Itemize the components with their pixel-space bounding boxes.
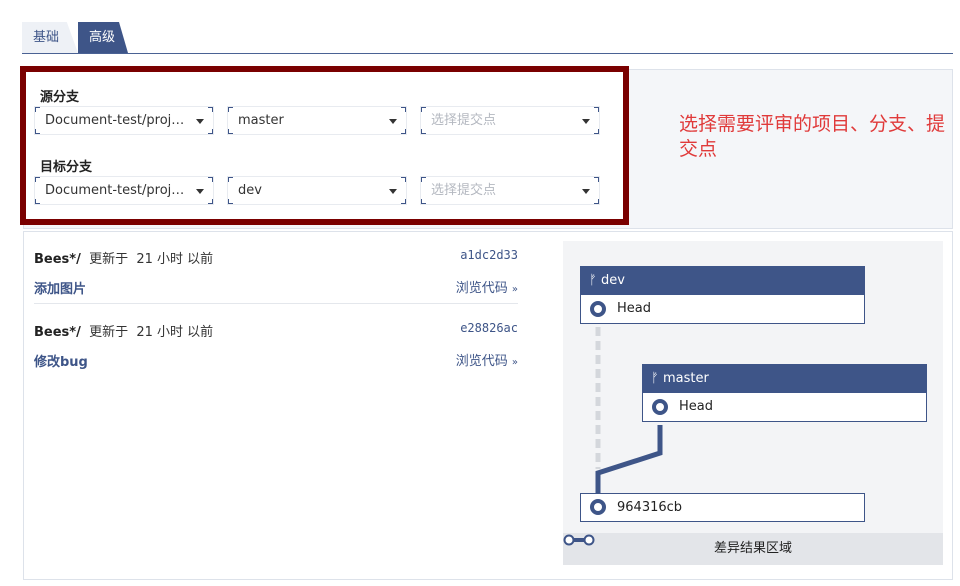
commit-author: Bees*/ xyxy=(34,325,81,340)
commit-author: Bees*/ xyxy=(34,252,81,267)
branch-icon: ᚠ xyxy=(651,371,659,386)
dev-head-row[interactable]: Head xyxy=(581,295,864,323)
chevron-down-icon xyxy=(196,189,204,194)
commit-node-icon xyxy=(590,301,606,317)
target-branch-select[interactable]: dev xyxy=(227,176,407,205)
diff-result-area[interactable]: 差异结果区域 xyxy=(563,533,943,565)
commit-time: 21 小时 以前 xyxy=(136,252,214,267)
commit-node-icon xyxy=(590,499,606,515)
commit-node-icon xyxy=(652,399,668,415)
double-chevron-right-icon: » xyxy=(511,284,518,295)
commit-time: 21 小时 以前 xyxy=(136,325,214,340)
base-commit-node[interactable]: 964316cb xyxy=(580,493,865,522)
browse-code-link[interactable]: 浏览代码 » xyxy=(456,277,518,296)
target-project-select[interactable]: Document-test/project... xyxy=(34,176,214,205)
commit-compare-panel: Bees*/ 更新于 21 小时 以前 a1dc2d33 添加图片 浏览代码 »… xyxy=(23,231,953,580)
tab-basic[interactable]: 基础 xyxy=(22,22,78,53)
master-branch-card: ᚠ master Head xyxy=(642,364,927,422)
diff-compare-icon xyxy=(563,534,595,546)
chevron-down-icon xyxy=(389,119,397,124)
source-branch-label: 源分支 xyxy=(40,90,80,105)
source-branch-select[interactable]: master xyxy=(227,106,407,135)
chevron-down-icon xyxy=(196,119,204,124)
branch-icon: ᚠ xyxy=(589,273,597,288)
branch-name: dev xyxy=(600,273,625,288)
master-head-row[interactable]: Head xyxy=(643,393,926,421)
commit-hash-link[interactable]: a1dc2d33 xyxy=(460,248,518,262)
commit-message-link[interactable]: 添加图片 xyxy=(34,278,86,297)
branch-name: master xyxy=(662,371,709,386)
annotation-text: 选择需要评审的项目、分支、提交点 xyxy=(679,113,946,160)
browse-code-link[interactable]: 浏览代码 » xyxy=(456,350,518,369)
commit-updated-label: 更新于 xyxy=(89,252,129,267)
dev-branch-card: ᚠ dev Head xyxy=(580,266,865,324)
target-branch-label: 目标分支 xyxy=(40,160,93,175)
chevron-down-icon xyxy=(582,189,590,194)
commit-message-link[interactable]: 修改bug xyxy=(34,351,88,370)
source-commit-select[interactable]: 选择提交点 xyxy=(420,106,600,135)
double-chevron-right-icon: » xyxy=(511,357,518,368)
master-history-line xyxy=(595,425,663,501)
source-project-select[interactable]: Document-test/project... xyxy=(34,106,214,135)
chevron-down-icon xyxy=(389,189,397,194)
commit-hash-link[interactable]: e28826ac xyxy=(460,321,518,335)
tab-bar: 基础 高级 xyxy=(22,22,953,54)
tab-advanced[interactable]: 高级 xyxy=(78,22,128,53)
chevron-down-icon xyxy=(582,119,590,124)
commit-divider xyxy=(34,303,518,304)
branch-selection-highlight: 源分支 Document-test/project... master 选择提交… xyxy=(20,66,629,225)
target-commit-select[interactable]: 选择提交点 xyxy=(420,176,600,205)
branch-graph: ᚠ dev Head ᚠ master Head 964316cb 差异结果区域 xyxy=(563,241,943,565)
commit-updated-label: 更新于 xyxy=(89,325,129,340)
